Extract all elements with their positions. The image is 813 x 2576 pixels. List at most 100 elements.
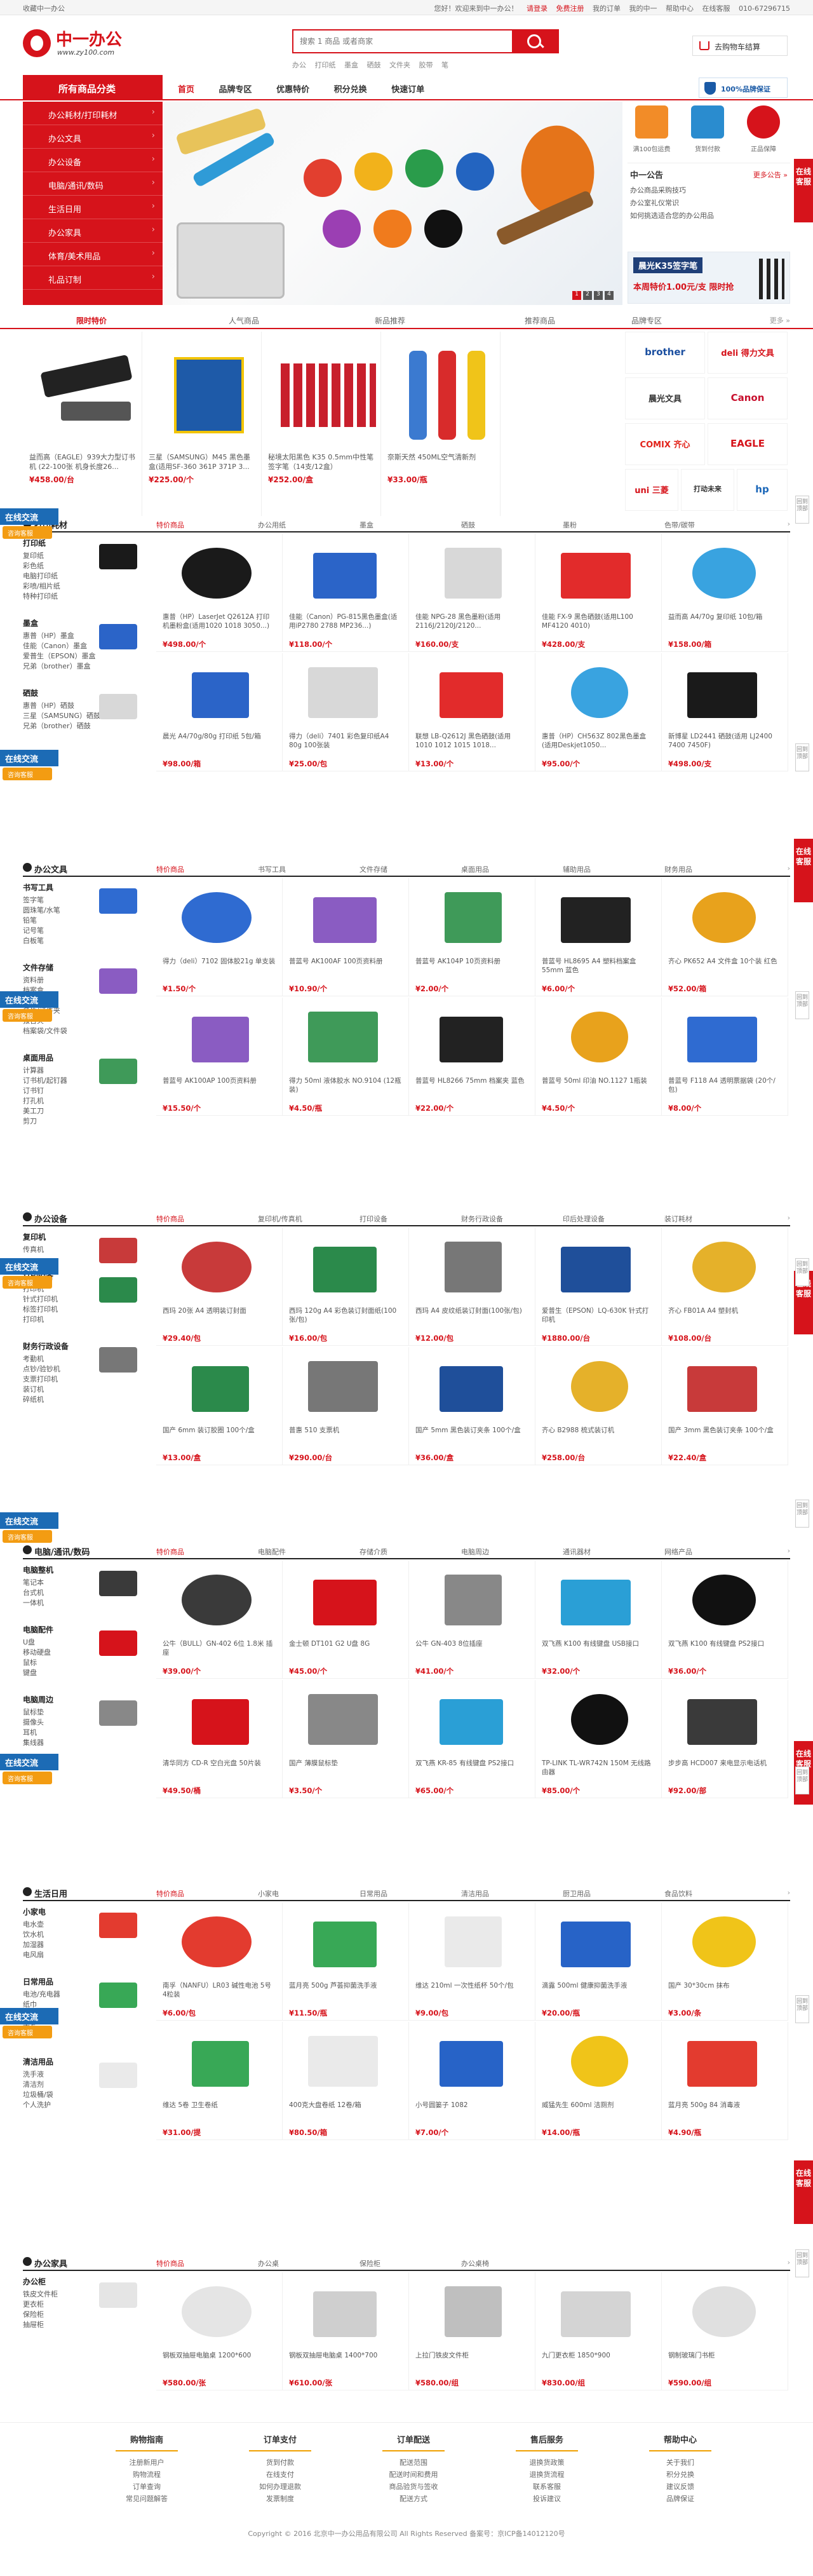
sidebar-link[interactable]: 加湿器 [23, 1940, 150, 1950]
tab-new[interactable]: 新品推荐 [375, 315, 405, 326]
category-item[interactable]: 电脑/通讯/数码 [23, 172, 163, 196]
sidebar-link[interactable]: 美工刀 [23, 1106, 150, 1116]
sidebar-link[interactable]: 记号笔 [23, 926, 150, 936]
floor-tab[interactable]: 硒鼓 [461, 520, 475, 530]
product-card[interactable]: 爱普生（EPSON）LQ-630K 针式打印机 ¥1880.00/台 [535, 1228, 662, 1346]
online-chat-widget[interactable]: 在线交流 咨询客服 [0, 1258, 58, 1290]
sidebar-link[interactable]: 打印机 [23, 1315, 150, 1325]
sidebar-link[interactable]: 电脑打印纸 [23, 571, 150, 581]
floor-tab[interactable]: 墨粉 [563, 520, 577, 530]
cart-button[interactable]: 去购物车结算 [692, 36, 788, 56]
search-button[interactable] [512, 31, 558, 52]
sidebar-link[interactable]: 保险柜 [23, 2310, 150, 2320]
product-name[interactable]: 400克大盘卷纸 12卷/箱 [289, 2101, 402, 2127]
brand-logo[interactable]: brother [625, 332, 705, 374]
product-name[interactable]: 普蓝号 50ml 印油 NO.1127 1瓶装 [542, 1076, 655, 1103]
product-name[interactable]: 钢制玻璃门书柜 [668, 2351, 781, 2378]
product-card[interactable]: 清华同方 CD-R 空白光盘 50片装 ¥49.50/桶 [156, 1680, 283, 1798]
tab-brands[interactable]: 品牌专区 [631, 315, 662, 326]
product-name[interactable]: 齐心 B2988 梳式装订机 [542, 1426, 655, 1453]
product-card[interactable]: 钢板双抽屉电脑桌 1400*700 ¥610.00/张 [283, 2272, 409, 2390]
product-card[interactable]: 钢制玻璃门书柜 ¥590.00/组 [662, 2272, 788, 2390]
product-name[interactable]: 蓝月亮 500g 84 消毒液 [668, 2101, 781, 2127]
sidebar-link[interactable]: 垃圾桶/袋 [23, 2090, 150, 2100]
bookmark-link[interactable]: 收藏中一办公 [23, 3, 65, 13]
floor-tab[interactable]: 墨盒 [359, 520, 373, 530]
floor-tab[interactable]: 特价商品 [156, 1547, 184, 1557]
floor-more-link[interactable]: › [788, 1888, 790, 1897]
sidebar-link[interactable]: 键盘 [23, 1668, 150, 1678]
tab-recommend[interactable]: 推荐商品 [525, 315, 555, 326]
product-name[interactable]: 蓝月亮 500g 芦荟抑菌洗手液 [289, 1981, 402, 2008]
product-name[interactable]: 普蓝号 AK104P 10页资料册 [415, 957, 528, 984]
notice-item[interactable]: 如何挑选适合您的办公用品 [630, 210, 788, 222]
floor-tab[interactable]: 文件存储 [359, 864, 387, 874]
product-name[interactable]: 维达 210ml 一次性纸杯 50个/包 [415, 1981, 528, 2008]
brand-logo[interactable]: deli 得力文具 [708, 332, 788, 374]
online-service-tab[interactable]: 在线客服 [794, 2160, 813, 2224]
product-name[interactable]: 爱普生（EPSON）LQ-630K 针式打印机 [542, 1306, 655, 1333]
brand-logo[interactable]: Canon [708, 377, 788, 419]
floor-more-link[interactable]: › [788, 1214, 790, 1222]
hero-banner[interactable]: 1234 [164, 102, 622, 305]
product-card[interactable]: 得力（deli）7401 彩色复印纸A4 80g 100张装 ¥25.00/包 [283, 653, 409, 771]
back-to-top-button[interactable]: 回到顶部 [795, 1995, 809, 2023]
floor-tab[interactable]: 电脑周边 [461, 1547, 489, 1557]
product-name[interactable]: 三星（SAMSUNG）M45 黑色墨盒(适用SF-360 361P 371P 3… [149, 452, 255, 471]
product-name[interactable]: 佳能（Canon）PG-815黑色墨盒(适用iP2780 2788 MP236.… [289, 613, 402, 639]
online-chat-widget[interactable]: 在线交流 咨询客服 [0, 1754, 58, 1786]
back-to-top-button[interactable]: 回到顶部 [795, 2249, 809, 2277]
my-orders-link[interactable]: 我的订单 [593, 4, 621, 13]
floor-tab[interactable]: 厨卫用品 [563, 1888, 591, 1899]
product-card[interactable]: TP-LINK TL-WR742N 150M 无线路由器 ¥85.00/个 [535, 1680, 662, 1798]
hot-keyword[interactable]: 办公 [292, 61, 306, 69]
product-card[interactable]: 得力（deli）7102 固体胶21g 单支装 ¥1.50/个 [156, 878, 283, 996]
brand-logo[interactable]: hp [737, 469, 788, 511]
promo-ad[interactable]: 晨光K35签字笔 本周特价1.00元/支 限时抢 [628, 252, 790, 304]
category-item[interactable]: 礼品订制 [23, 266, 163, 290]
product-name[interactable]: 益而高 A4/70g 复印纸 10包/箱 [668, 613, 781, 639]
notice-item[interactable]: 办公室礼仪常识 [630, 197, 788, 210]
product-card[interactable]: 公牛（BULL）GN-402 6位 1.8米 插座 ¥39.00/个 [156, 1561, 283, 1679]
brand-logo[interactable]: EAGLE [708, 423, 788, 465]
product-name[interactable]: 钢板双抽屉电脑桌 1200*600 [163, 2351, 276, 2378]
product-card[interactable]: 威猛先生 600ml 洁厕剂 ¥14.00/瓶 [535, 2022, 662, 2140]
floor-more-link[interactable]: › [788, 864, 790, 872]
sidebar-link[interactable]: 标签打印机 [23, 1305, 150, 1315]
hot-keyword[interactable]: 笔 [441, 61, 448, 69]
sidebar-link[interactable]: 爱普生（EPSON）墨盒 [23, 651, 150, 661]
product-card[interactable]: 双飞燕 K100 有线键盘 PS2接口 ¥36.00/个 [662, 1561, 788, 1679]
product-name[interactable]: 普惠 510 支票机 [289, 1426, 402, 1453]
product-name[interactable]: 奈斯天然 450ML空气清新剂 [387, 452, 494, 471]
sidebar-link[interactable]: 打孔机 [23, 1096, 150, 1106]
hot-keyword[interactable]: 文件夹 [389, 61, 410, 69]
sidebar-link[interactable]: 档案袋/文件袋 [23, 1026, 150, 1036]
hot-keyword[interactable]: 打印纸 [315, 61, 336, 69]
product-name[interactable]: 南孚（NANFU）LR03 碱性电池 5号 4粒装 [163, 1981, 276, 2008]
hot-keyword[interactable]: 胶带 [419, 61, 433, 69]
product-card[interactable]: 奈斯天然 450ML空气清新剂 ¥33.00/瓶 [381, 332, 501, 516]
product-name[interactable]: 九门更衣柜 1850*900 [542, 2351, 655, 2378]
product-name[interactable]: 普蓝号 HL8695 A4 塑料档案盒 55mm 蓝色 [542, 957, 655, 984]
product-card[interactable]: 小号圆篓子 1082 ¥7.00/个 [409, 2022, 535, 2140]
product-name[interactable]: 钢板双抽屉电脑桌 1400*700 [289, 2351, 402, 2378]
product-card[interactable]: 400克大盘卷纸 12卷/箱 ¥80.50/箱 [283, 2022, 409, 2140]
product-name[interactable]: 惠普（HP）CH563Z 802黑色墨盒(适用Deskjet1050... [542, 732, 655, 759]
back-to-top-button[interactable]: 回到顶部 [795, 1766, 809, 1794]
my-account-link[interactable]: 我的中一 [629, 4, 657, 13]
floor-tab[interactable]: 保险柜 [359, 2258, 380, 2268]
product-name[interactable]: 得力 50ml 液体胶水 NO.9104 (12瓶装) [289, 1076, 402, 1103]
floor-tab[interactable]: 特价商品 [156, 2258, 184, 2268]
floor-tab[interactable]: 复印机/传真机 [258, 1214, 302, 1224]
floor-tab[interactable]: 辅助用品 [563, 864, 591, 874]
product-card[interactable]: 国产 3mm 黑色装订夹条 100个/盒 ¥22.40/盒 [662, 1347, 788, 1465]
product-card[interactable]: 齐心 B2988 梳式装订机 ¥258.00/台 [535, 1347, 662, 1465]
product-name[interactable]: 国产 30*30cm 抹布 [668, 1981, 781, 2008]
banner-dot[interactable]: 4 [605, 291, 614, 300]
banner-dot[interactable]: 3 [594, 291, 603, 300]
product-card[interactable]: 新博星 LD2441 硒鼓(适用 LJ2400 7400 7450F) ¥498… [662, 653, 788, 771]
product-name[interactable]: 清华同方 CD-R 空白光盘 50片装 [163, 1759, 276, 1786]
online-chat-widget[interactable]: 在线交流 咨询客服 [0, 1512, 58, 1544]
cod-item[interactable]: 货到付款 [683, 105, 732, 153]
product-name[interactable]: 新博星 LD2441 硒鼓(适用 LJ2400 7400 7450F) [668, 732, 781, 759]
